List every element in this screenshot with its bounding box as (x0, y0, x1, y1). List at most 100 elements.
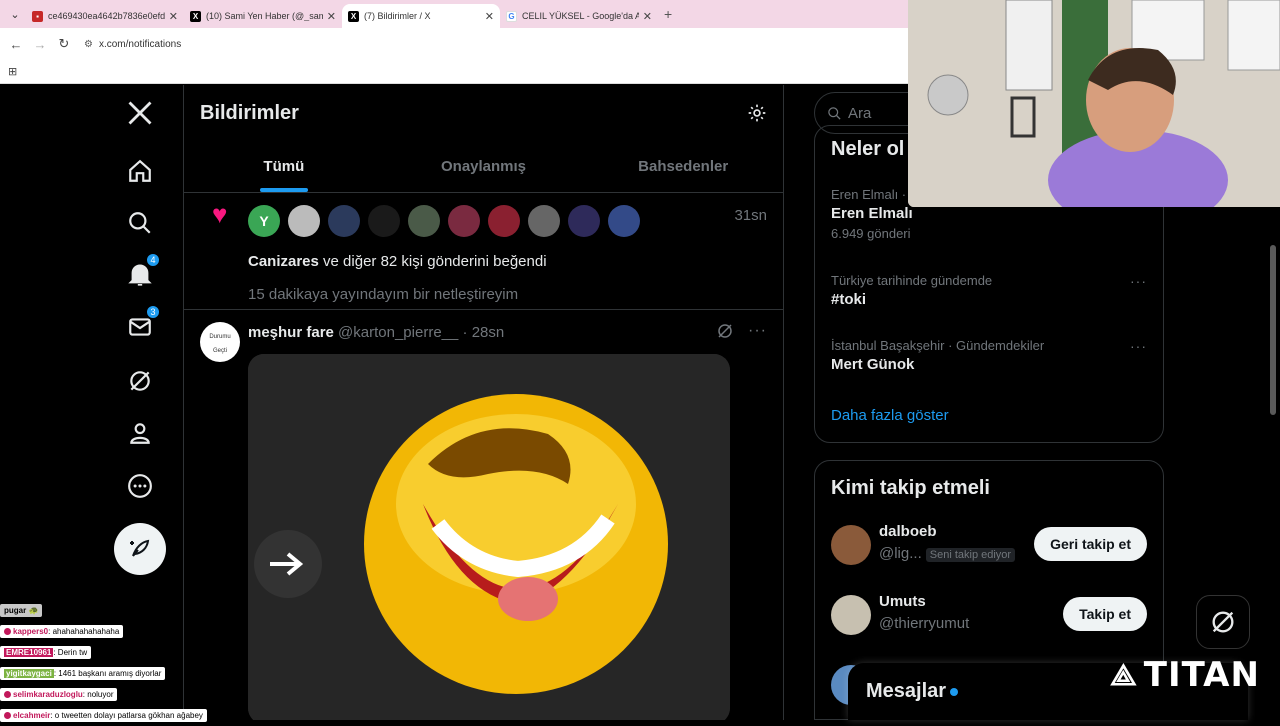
avatar[interactable] (831, 525, 871, 565)
tweet-media-image[interactable] (248, 354, 730, 720)
avatar-text-bottom: Geçti (212, 348, 227, 354)
trend-item[interactable]: Türkiye tarihinde gündemde #toki ··· (831, 273, 1147, 308)
chat-text: : noluyor (82, 690, 114, 699)
close-tab-icon[interactable]: ✕ (643, 10, 652, 23)
follow-name[interactable]: dalboeb (879, 523, 937, 540)
chat-user: yigitkaygaci (4, 669, 54, 678)
new-tab-button[interactable]: + (664, 6, 672, 22)
chat-text: : ahahahahahahaha (48, 627, 120, 636)
search-icon[interactable] (114, 197, 166, 249)
avatar[interactable] (408, 205, 440, 237)
like-notification[interactable]: ♥ Y 31sn Canizares ve diğer 82 kişi gönd… (184, 193, 783, 310)
grok-icon[interactable] (716, 322, 734, 340)
trend-name: #toki (831, 291, 867, 308)
chat-message: pugar 🐢 (0, 600, 250, 621)
more-options-icon[interactable]: ··· (1130, 273, 1147, 289)
tweet-author-name[interactable]: meşhur fare (248, 324, 334, 341)
site-info-icon[interactable]: ⚙ (84, 39, 93, 50)
follow-title: Kimi takip etmeli (831, 477, 990, 499)
chat-user: elcahmeir (13, 711, 51, 720)
forward-arrow-icon[interactable]: → (28, 37, 52, 52)
x-logo-icon: X (348, 10, 359, 22)
browser-tab-2[interactable]: X (10) Sami Yen Haber (@_samiye... ✕ (184, 4, 342, 28)
avatar[interactable]: Y (248, 205, 280, 237)
browser-tab-4[interactable]: G CELIL YÜKSEL - Google'da Ara ✕ (500, 4, 658, 28)
tab-title: CELIL YÜKSEL - Google'da Ara (522, 11, 639, 21)
tweet-header: meşhur fare @karton_pierre__ · 28sn (248, 324, 504, 341)
actor-name[interactable]: Canizares (248, 253, 319, 270)
webcam-overlay (908, 0, 1280, 207)
avatar[interactable] (488, 205, 520, 237)
like-timestamp: 31sn (734, 207, 767, 224)
tab-title: (10) Sami Yen Haber (@_samiye... (206, 11, 323, 21)
close-tab-icon[interactable]: ✕ (169, 10, 178, 23)
compose-post-button[interactable] (114, 523, 166, 575)
tab-list-icon[interactable]: ⌄ (4, 3, 26, 25)
avatar[interactable]: Durumu Geçti (200, 322, 240, 362)
profile-icon[interactable] (114, 407, 166, 459)
avatar[interactable] (288, 205, 320, 237)
page-scrollbar[interactable] (1270, 245, 1276, 415)
x-logo-icon[interactable] (114, 87, 166, 139)
notification-tabs: Tümü Onaylanmış Bahsedenler (184, 141, 783, 193)
follow-suggestion[interactable]: Umuts @thierryumut Takip et (831, 591, 1147, 639)
like-summary: Canizares ve diğer 82 kişi gönderini beğ… (248, 253, 547, 270)
browser-tab-1[interactable]: ▪ ce469430ea4642b7836e0efdd0... ✕ (26, 4, 184, 28)
grok-floating-button[interactable] (1196, 595, 1250, 649)
chat-text: : Derin tw (53, 648, 88, 657)
url-field[interactable]: ⚙ x.com/notifications (84, 39, 181, 50)
emote-icon: 🐢 (28, 606, 39, 615)
titan-watermark: ⟁ TITAN (1110, 655, 1260, 695)
tab-verified[interactable]: Onaylanmış (384, 141, 584, 192)
tab-mentions[interactable]: Bahsedenler (583, 141, 783, 192)
pdf-icon: ▪ (32, 10, 43, 22)
tweet-timestamp[interactable]: 28sn (472, 324, 505, 341)
url-text: x.com/notifications (98, 38, 182, 50)
chat-user: kappers0 (13, 627, 49, 636)
x-logo-icon: X (190, 10, 201, 22)
avatar[interactable] (328, 205, 360, 237)
grok-icon[interactable] (114, 355, 166, 407)
close-tab-icon[interactable]: ✕ (485, 10, 494, 23)
notifications-bell-icon[interactable]: 4 (114, 249, 166, 301)
avatar[interactable] (448, 205, 480, 237)
avatar[interactable] (568, 205, 600, 237)
follow-back-button[interactable]: Geri takip et (1034, 527, 1147, 561)
messages-mail-icon[interactable]: 3 (114, 301, 166, 353)
follow-button[interactable]: Takip et (1063, 597, 1147, 631)
avatar[interactable] (368, 205, 400, 237)
reload-icon[interactable]: ↻ (52, 36, 76, 52)
avatar[interactable] (608, 205, 640, 237)
settings-gear-icon[interactable] (747, 103, 767, 123)
avatar[interactable] (528, 205, 560, 237)
back-arrow-icon[interactable]: ← (4, 37, 28, 52)
heart-icon (4, 712, 11, 720)
chat-message: EMRE10961: Derin tw (0, 642, 250, 663)
notifications-header: Bildirimler (184, 85, 783, 141)
follow-name[interactable]: Umuts (879, 593, 926, 610)
tab-all[interactable]: Tümü (184, 141, 384, 192)
laughing-emoji-image (248, 354, 730, 720)
trend-context: Türkiye tarihinde gündemde (831, 273, 993, 288)
follows-you-badge: Seni takip ediyor (925, 548, 1016, 562)
notifications-column: Bildirimler Tümü Onaylanmış Bahsedenler … (184, 85, 784, 720)
show-more-link[interactable]: Daha fazla göster (831, 407, 949, 424)
feather-icon (130, 539, 150, 557)
tweet-author-handle[interactable]: @karton_pierre__ (338, 324, 458, 341)
tweet-actions: ··· (716, 322, 767, 340)
trend-item[interactable]: İstanbul Başakşehir · Gündemdekiler Mert… (831, 338, 1147, 373)
browser-tab-3[interactable]: X (7) Bildirimler / X ✕ (342, 4, 500, 28)
follow-handle: @lig... Seni takip ediyor (879, 545, 1016, 562)
follow-suggestion[interactable]: dalboeb @lig... Seni takip ediyor Geri ta… (831, 521, 1147, 569)
trend-name: Mert Günok (831, 356, 915, 373)
apps-grid-icon[interactable]: ⊞ (8, 65, 17, 78)
liker-avatars: Y (248, 205, 640, 237)
home-icon[interactable] (114, 145, 166, 197)
chat-message: kappers0: ahahahahahahaha (0, 621, 250, 642)
close-tab-icon[interactable]: ✕ (327, 10, 336, 23)
more-options-icon[interactable]: ··· (748, 322, 767, 340)
tweet[interactable]: Durumu Geçti meşhur fare @karton_pierre__… (184, 310, 783, 720)
more-options-icon[interactable] (114, 460, 166, 512)
avatar[interactable] (831, 595, 871, 635)
more-options-icon[interactable]: ··· (1130, 338, 1147, 354)
